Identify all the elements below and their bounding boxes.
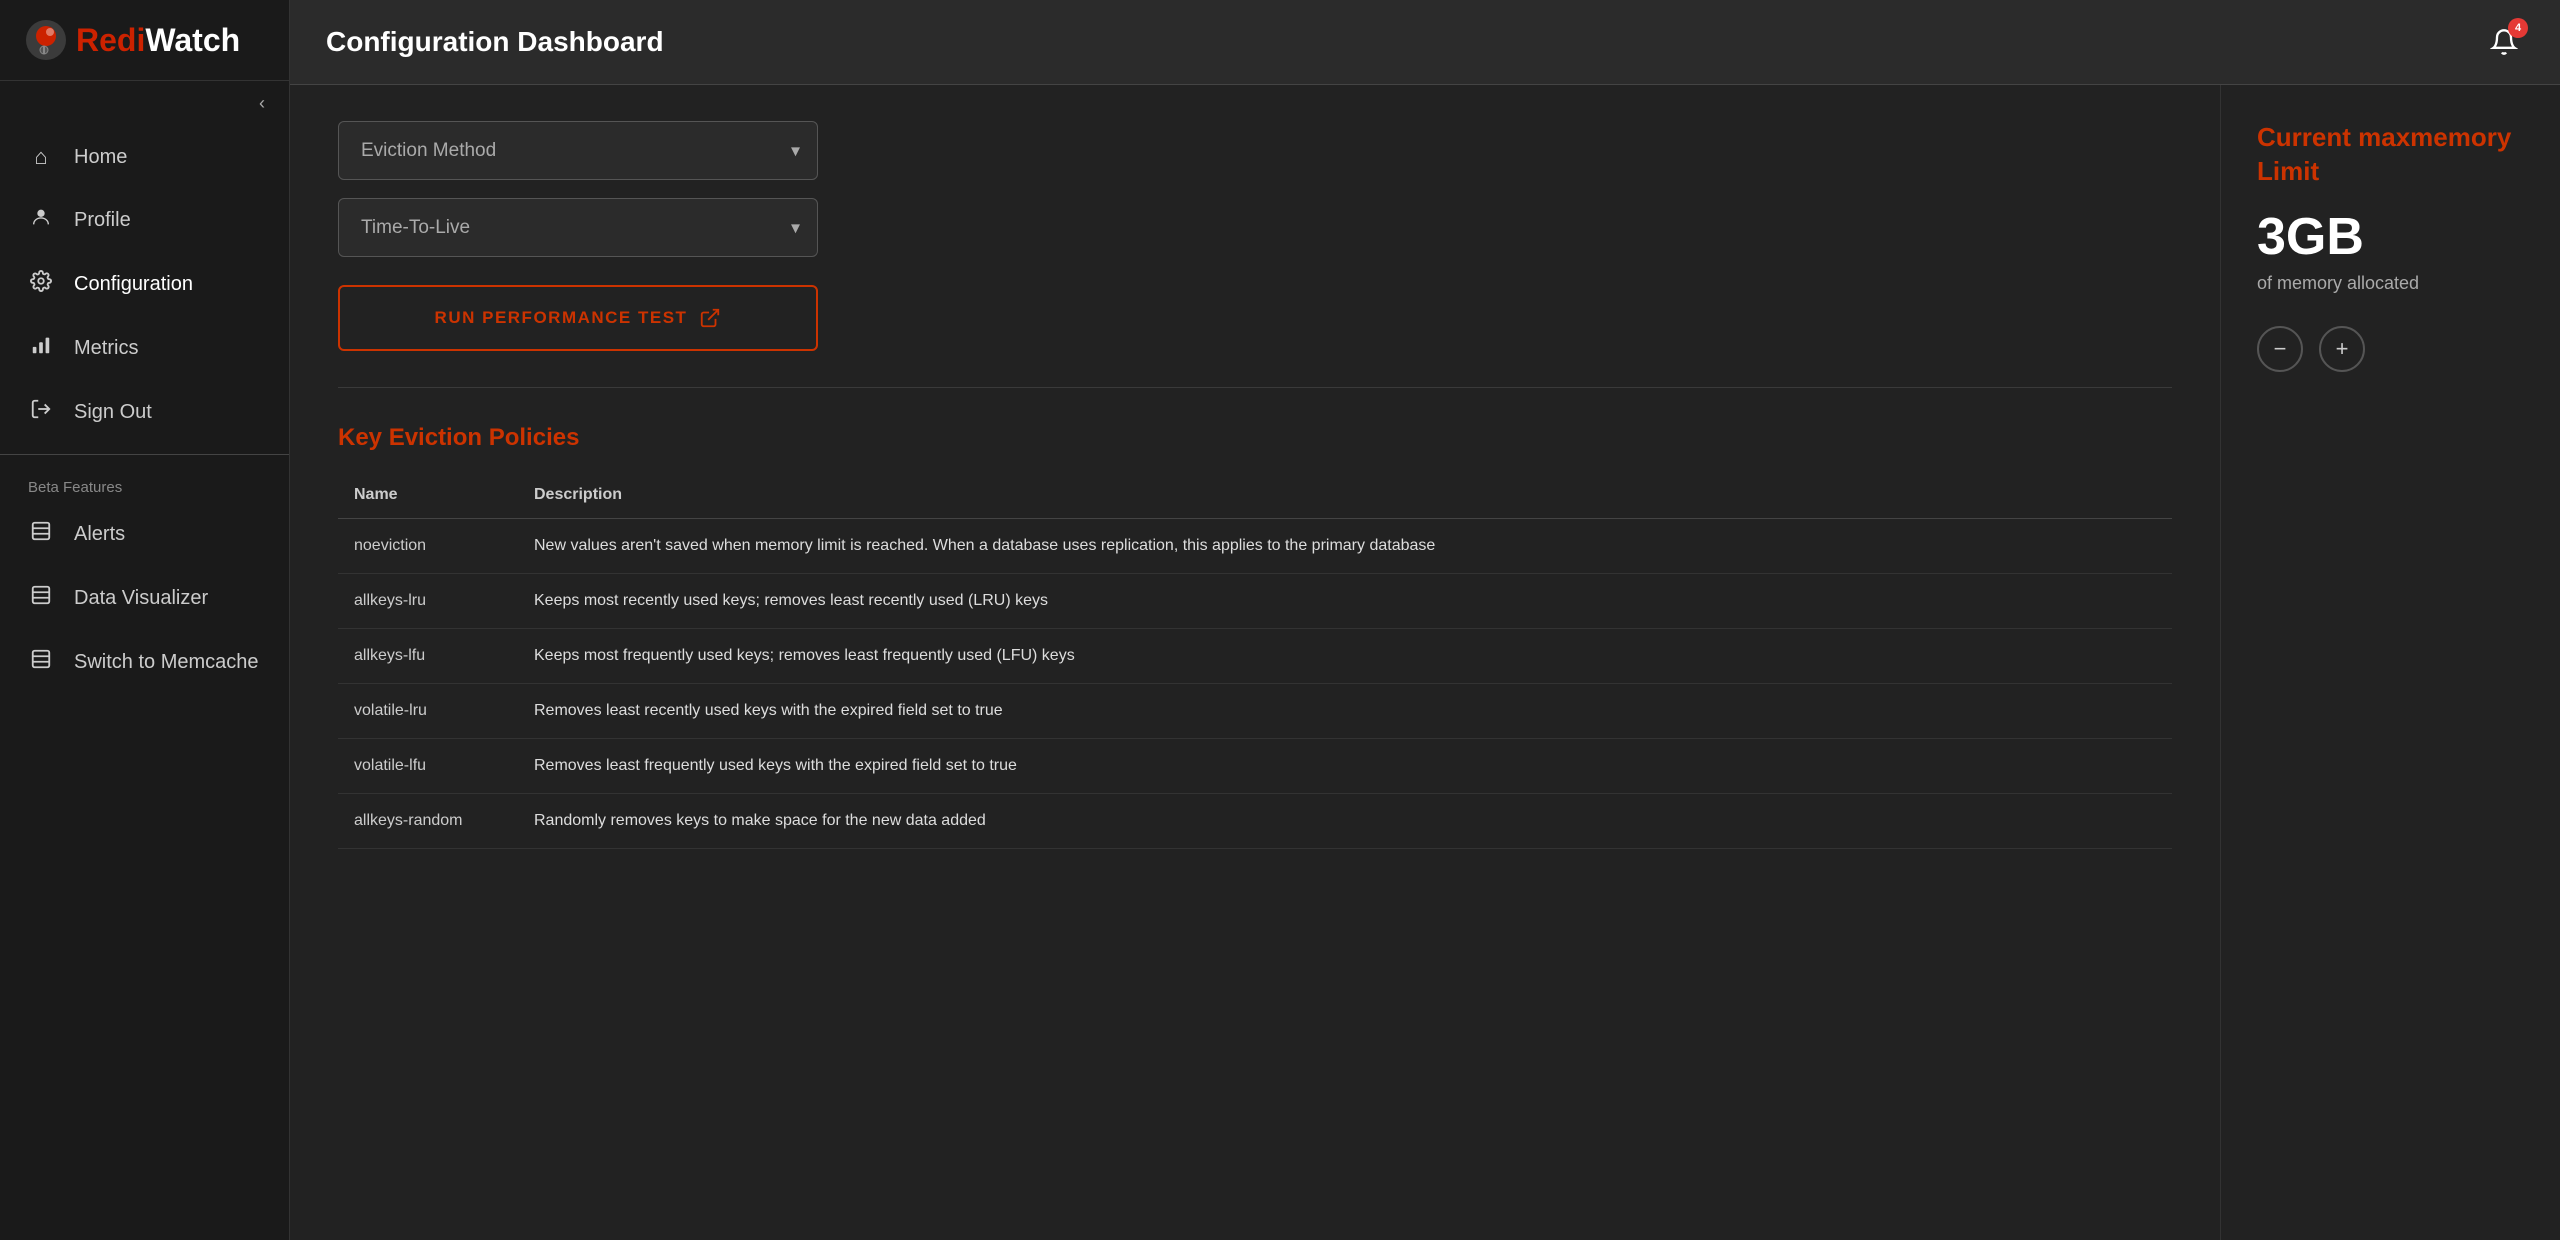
table-row: allkeys-lruKeeps most recently used keys… bbox=[338, 574, 2172, 629]
header: Configuration Dashboard 4 bbox=[290, 0, 2560, 85]
nav-divider bbox=[0, 454, 289, 455]
metrics-icon bbox=[28, 334, 54, 362]
policy-description: Removes least frequently used keys with … bbox=[518, 739, 2172, 794]
col-header-description: Description bbox=[518, 472, 2172, 519]
external-link-icon bbox=[699, 307, 721, 329]
home-icon: ⌂ bbox=[28, 144, 54, 170]
sidebar-nav: ⌂ Home Profile Configuration Metrics S bbox=[0, 126, 289, 1240]
memory-limit-title: Current maxmemory Limit bbox=[2257, 121, 2524, 189]
memory-limit-subtitle: of memory allocated bbox=[2257, 273, 2524, 294]
content-area: Eviction Method noeviction allkeys-lru a… bbox=[290, 85, 2560, 1240]
sidebar-item-label: Data Visualizer bbox=[74, 587, 208, 610]
policy-description: Randomly removes keys to make space for … bbox=[518, 794, 2172, 849]
data-visualizer-icon bbox=[28, 584, 54, 612]
policies-table: Name Description noevictionNew values ar… bbox=[338, 472, 2172, 849]
decrease-memory-button[interactable]: − bbox=[2257, 326, 2303, 372]
sidebar-item-data-visualizer[interactable]: Data Visualizer bbox=[0, 566, 289, 630]
sidebar-item-profile[interactable]: Profile bbox=[0, 188, 289, 252]
table-row: volatile-lruRemoves least recently used … bbox=[338, 684, 2172, 739]
ttl-select[interactable]: Time-To-Live 1 minute 5 minutes 1 hour 1… bbox=[338, 198, 818, 257]
eviction-method-wrapper: Eviction Method noeviction allkeys-lru a… bbox=[338, 121, 818, 180]
notification-button[interactable]: 4 bbox=[2484, 22, 2524, 62]
run-performance-test-button[interactable]: RUN PERFORMANCE TEST bbox=[338, 285, 818, 351]
logo-text: RediWatch bbox=[76, 22, 240, 59]
col-header-name: Name bbox=[338, 472, 518, 519]
sidebar-item-label: Sign Out bbox=[74, 401, 152, 424]
policy-description: Keeps most frequently used keys; removes… bbox=[518, 629, 2172, 684]
eviction-method-container: Eviction Method noeviction allkeys-lru a… bbox=[338, 121, 2172, 180]
policy-name: volatile-lru bbox=[338, 684, 518, 739]
policy-name: volatile-lfu bbox=[338, 739, 518, 794]
ttl-container: Time-To-Live 1 minute 5 minutes 1 hour 1… bbox=[338, 198, 2172, 257]
policy-name: allkeys-random bbox=[338, 794, 518, 849]
policy-name: allkeys-lru bbox=[338, 574, 518, 629]
sidebar-item-metrics[interactable]: Metrics bbox=[0, 316, 289, 380]
sidebar-item-label: Switch to Memcache bbox=[74, 651, 259, 674]
sidebar-item-configuration[interactable]: Configuration bbox=[0, 252, 289, 316]
main-content: Configuration Dashboard 4 Eviction Metho… bbox=[290, 0, 2560, 1240]
memory-limit-value: 3GB bbox=[2257, 207, 2524, 267]
logo-area: RediWatch bbox=[0, 0, 289, 81]
memory-panel: Current maxmemory Limit 3GB of memory al… bbox=[2220, 85, 2560, 1240]
table-header: Name Description bbox=[338, 472, 2172, 519]
notification-badge: 4 bbox=[2508, 18, 2528, 38]
sidebar-item-label: Home bbox=[74, 146, 127, 169]
switch-memcache-icon bbox=[28, 648, 54, 676]
policy-description: Removes least recently used keys with th… bbox=[518, 684, 2172, 739]
table-row: allkeys-lfuKeeps most frequently used ke… bbox=[338, 629, 2172, 684]
signout-icon bbox=[28, 398, 54, 426]
alerts-icon bbox=[28, 520, 54, 548]
policy-name: allkeys-lfu bbox=[338, 629, 518, 684]
section-divider bbox=[338, 387, 2172, 388]
policy-name: noeviction bbox=[338, 519, 518, 574]
ttl-wrapper: Time-To-Live 1 minute 5 minutes 1 hour 1… bbox=[338, 198, 818, 257]
increase-memory-button[interactable]: + bbox=[2319, 326, 2365, 372]
sidebar-item-alerts[interactable]: Alerts bbox=[0, 502, 289, 566]
memory-controls: − + bbox=[2257, 326, 2524, 372]
sidebar-item-label: Configuration bbox=[74, 273, 193, 296]
beta-features-label: Beta Features bbox=[0, 465, 289, 502]
section-title: Key Eviction Policies bbox=[338, 424, 2172, 452]
eviction-method-select[interactable]: Eviction Method noeviction allkeys-lru a… bbox=[338, 121, 818, 180]
page-title: Configuration Dashboard bbox=[326, 26, 664, 58]
logo-icon bbox=[24, 18, 68, 62]
perf-test-label: RUN PERFORMANCE TEST bbox=[435, 308, 688, 328]
config-panel: Eviction Method noeviction allkeys-lru a… bbox=[290, 85, 2220, 1240]
policy-description: Keeps most recently used keys; removes l… bbox=[518, 574, 2172, 629]
decrease-icon: − bbox=[2274, 336, 2287, 362]
policy-description: New values aren't saved when memory limi… bbox=[518, 519, 2172, 574]
sidebar-item-label: Alerts bbox=[74, 523, 125, 546]
sidebar-item-signout[interactable]: Sign Out bbox=[0, 380, 289, 444]
table-row: noevictionNew values aren't saved when m… bbox=[338, 519, 2172, 574]
sidebar-item-home[interactable]: ⌂ Home bbox=[0, 126, 289, 188]
sidebar-item-switch-memcache[interactable]: Switch to Memcache bbox=[0, 630, 289, 694]
sidebar-item-label: Metrics bbox=[74, 337, 138, 360]
sidebar-item-label: Profile bbox=[74, 209, 131, 232]
profile-icon bbox=[28, 206, 54, 234]
table-row: allkeys-randomRandomly removes keys to m… bbox=[338, 794, 2172, 849]
sidebar: RediWatch ‹ ⌂ Home Profile Configuration… bbox=[0, 0, 290, 1240]
table-row: volatile-lfuRemoves least frequently use… bbox=[338, 739, 2172, 794]
sidebar-collapse-button[interactable]: ‹ bbox=[0, 81, 289, 126]
configuration-icon bbox=[28, 270, 54, 298]
increase-icon: + bbox=[2336, 336, 2349, 362]
policies-table-body: noevictionNew values aren't saved when m… bbox=[338, 519, 2172, 849]
